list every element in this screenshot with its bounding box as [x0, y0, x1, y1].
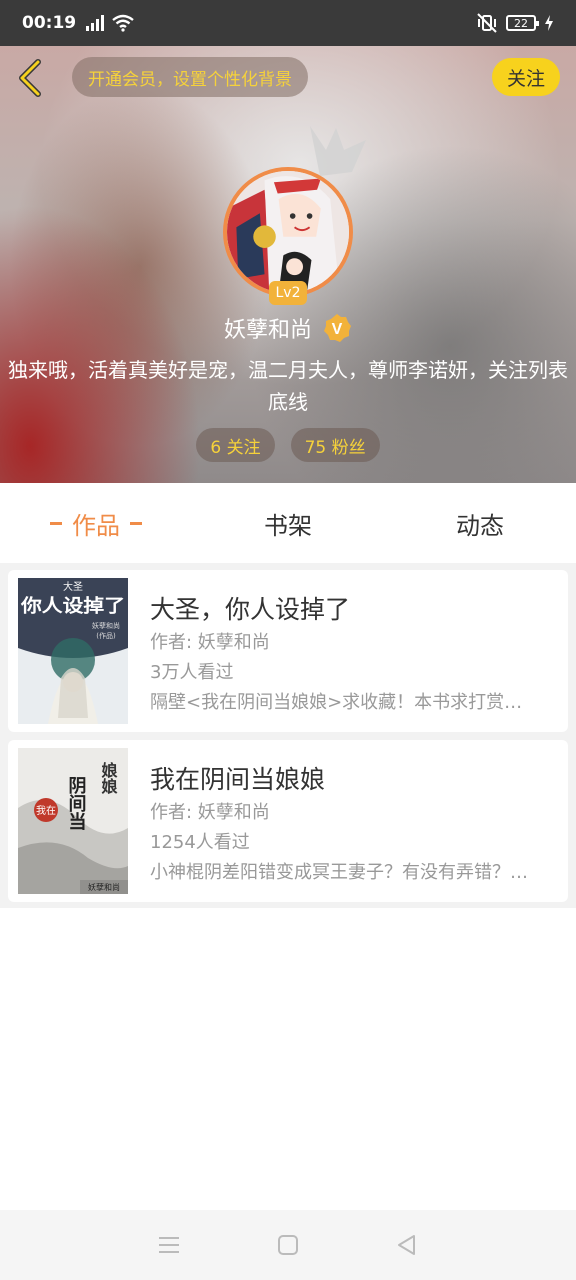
tab-indicator-left [50, 521, 62, 525]
verified-icon: V [324, 314, 351, 342]
battery-level: 22 [514, 16, 528, 30]
works-list: 大圣 你人设掉了 妖孽和尚 (作品) 大圣，你人设掉了 作者: 妖孽和尚 3万人… [0, 563, 576, 908]
book-card[interactable]: 我在 阴间当 娘娘 妖孽和尚 我在阴间当娘娘 作者: 妖孽和尚 1254人看过 … [8, 740, 568, 902]
profile-tabs: 作品 书架 动态 [0, 483, 576, 563]
profile-header: 开通会员，设置个性化背景 关注 Lv2 妖孽和尚 V 独来哦，活着真美好是宠，温… [0, 46, 576, 483]
book-author: 作者: 妖孽和尚 [150, 632, 270, 653]
cover-text: 娘娘 [99, 761, 118, 795]
book-cover-image: 大圣 你人设掉了 妖孽和尚 (作品) [18, 578, 128, 724]
system-nav-bar [0, 1210, 576, 1280]
tab-label: 动态 [456, 511, 504, 540]
tab-indicator-right [130, 521, 142, 525]
tab-label: 作品 [72, 511, 120, 540]
cover-text: 妖孽和尚 [92, 621, 120, 630]
following-count[interactable]: 6 关注 [196, 428, 275, 462]
cover-text: (作品) [96, 631, 116, 640]
book-cover[interactable]: 我在 阴间当 娘娘 妖孽和尚 [18, 748, 128, 894]
battery-icon: 22 [506, 15, 539, 31]
fans-count[interactable]: 75 粉丝 [290, 428, 380, 462]
cover-text: 大圣 [63, 580, 83, 593]
charging-icon [545, 15, 553, 31]
avatar[interactable] [223, 167, 353, 297]
username: 妖孽和尚 [223, 318, 312, 343]
book-author: 作者: 妖孽和尚 [150, 802, 270, 823]
cover-text: 妖孽和尚 [88, 882, 120, 892]
cover-text: 阴间当 [66, 776, 87, 831]
status-time: 00:19 [22, 13, 77, 33]
book-views: 1254人看过 [150, 832, 250, 853]
cover-text: 你人设掉了 [20, 595, 125, 617]
profile-bio: 独来哦，活着真美好是宠，温二月夫人，尊师李诺妍，关注列表底线 [8, 358, 568, 414]
tab-works[interactable]: 作品 [0, 483, 192, 563]
tab-activity[interactable]: 动态 [384, 483, 576, 563]
book-views: 3万人看过 [150, 662, 234, 683]
vip-background-banner[interactable]: 开通会员，设置个性化背景 [72, 57, 308, 97]
verified-mark: V [332, 321, 343, 338]
back-icon[interactable] [14, 58, 48, 98]
tab-label: 书架 [264, 511, 312, 540]
book-info: 我在阴间当娘娘 作者: 妖孽和尚 1254人看过 小神棍阴差阳错变成冥王妻子？有… [150, 748, 550, 888]
book-title[interactable]: 我在阴间当娘娘 [150, 762, 550, 798]
book-description: 小神棍阴差阳错变成冥王妻子？有没有弄错？… [150, 862, 528, 883]
book-title[interactable]: 大圣，你人设掉了 [150, 592, 550, 628]
book-cover[interactable]: 大圣 你人设掉了 妖孽和尚 (作品) [18, 578, 128, 724]
cover-text: 我在 [36, 805, 56, 817]
avatar-image [227, 171, 349, 293]
profile-stats: 6 关注 75 粉丝 [0, 428, 576, 462]
follow-button[interactable]: 关注 [492, 58, 560, 96]
book-info: 大圣，你人设掉了 作者: 妖孽和尚 3万人看过 隔壁<我在阴间当娘娘>求收藏！本… [150, 578, 550, 718]
menu-icon[interactable] [156, 1232, 182, 1258]
vibrate-icon [477, 13, 497, 33]
signal-icon [86, 15, 105, 31]
book-description: 隔壁<我在阴间当娘娘>求收藏！本书求打赏… [150, 692, 523, 713]
home-icon[interactable] [275, 1232, 301, 1258]
level-badge: Lv2 [269, 281, 307, 305]
tab-bookshelf[interactable]: 书架 [192, 483, 384, 563]
book-cover-image: 我在 阴间当 娘娘 妖孽和尚 [18, 748, 128, 894]
back-nav-icon[interactable] [394, 1232, 420, 1258]
name-row: 妖孽和尚 V [0, 310, 576, 346]
status-bar: 00:19 22 [0, 0, 576, 46]
book-card[interactable]: 大圣 你人设掉了 妖孽和尚 (作品) 大圣，你人设掉了 作者: 妖孽和尚 3万人… [8, 570, 568, 732]
wifi-icon [112, 14, 134, 32]
